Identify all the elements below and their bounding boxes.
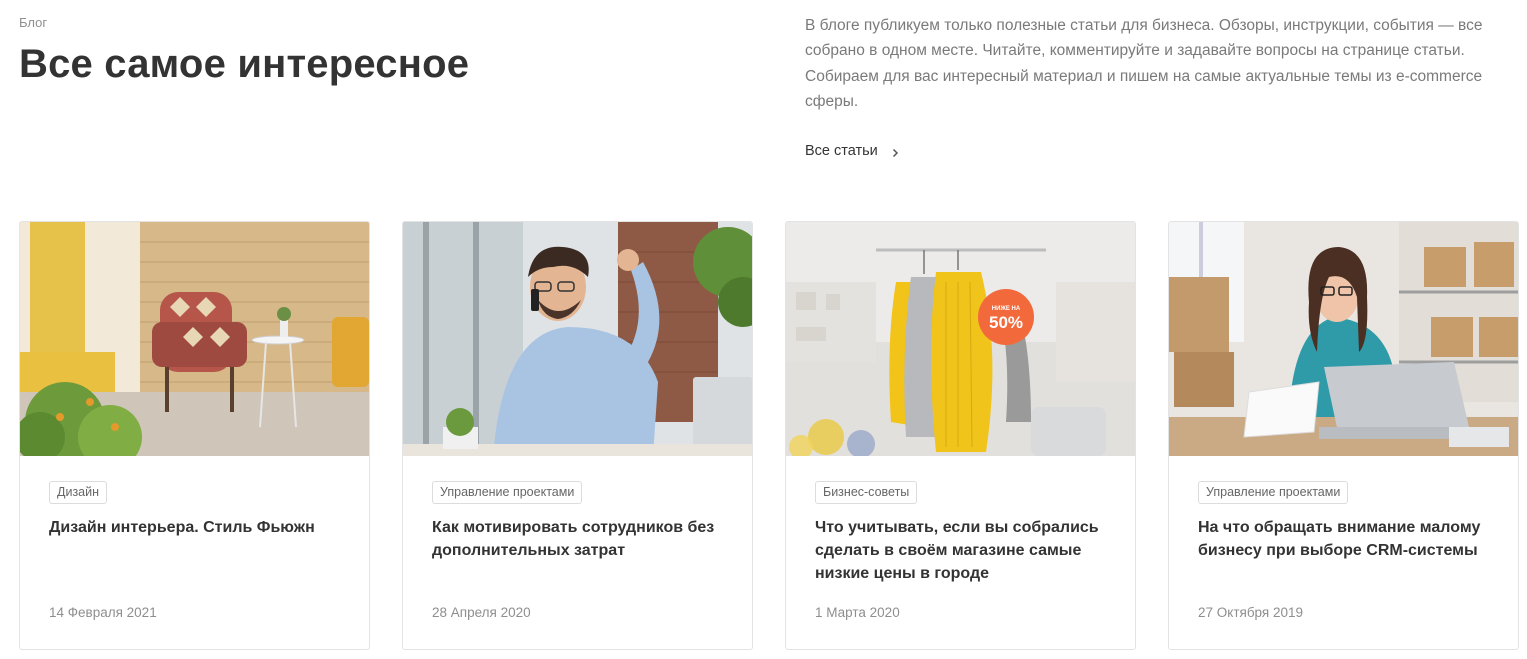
article-card[interactable]: Управление проектами Как мотивировать со… bbox=[402, 221, 753, 650]
article-tag[interactable]: Управление проектами bbox=[432, 481, 583, 504]
interior-armchair-photo[interactable] bbox=[20, 222, 369, 456]
clothes-rack-sale-photo[interactable] bbox=[786, 222, 1135, 456]
sale-badge-value: 50% bbox=[988, 313, 1024, 332]
happy-man-phone-photo[interactable] bbox=[403, 222, 752, 456]
article-card[interactable]: Дизайн Дизайн интерьера. Стиль Фьюжн 14 … bbox=[19, 221, 370, 650]
article-date: 1 Марта 2020 bbox=[815, 605, 900, 620]
article-title[interactable]: Дизайн интерьера. Стиль Фьюжн bbox=[49, 516, 349, 539]
article-title[interactable]: Как мотивировать сотрудников без дополни… bbox=[432, 516, 732, 562]
article-tag[interactable]: Дизайн bbox=[49, 481, 108, 504]
article-tag[interactable]: Бизнес-советы bbox=[815, 481, 918, 504]
all-articles-link[interactable]: Все статьи bbox=[805, 143, 900, 159]
article-date: 14 Февраля 2021 bbox=[49, 605, 157, 620]
blog-intro-text: В блоге публикуем только полезные статьи… bbox=[805, 17, 1483, 110]
woman-laptop-boxes-photo[interactable] bbox=[1169, 222, 1518, 456]
article-date: 28 Апреля 2020 bbox=[432, 605, 531, 620]
article-card[interactable]: НИЖЕ НА 50% Бизнес-советы Что учитывать,… bbox=[785, 221, 1136, 650]
article-tag[interactable]: Управление проектами bbox=[1198, 481, 1349, 504]
all-articles-label: Все статьи bbox=[805, 143, 878, 159]
sale-badge-caption: НИЖЕ НА bbox=[991, 306, 1021, 312]
article-card[interactable]: Управление проектами На что обращать вни… bbox=[1168, 221, 1519, 650]
page-title: Все самое интересное bbox=[19, 42, 470, 86]
article-title[interactable]: На что обращать внимание малому бизнесу … bbox=[1198, 516, 1498, 562]
breadcrumb[interactable]: Блог bbox=[19, 15, 47, 30]
sale-badge: НИЖЕ НА 50% bbox=[978, 291, 1034, 347]
chevron-right-icon bbox=[890, 146, 900, 158]
article-date: 27 Октября 2019 bbox=[1198, 605, 1304, 620]
article-title[interactable]: Что учитывать, если вы собрались сделать… bbox=[815, 516, 1115, 585]
